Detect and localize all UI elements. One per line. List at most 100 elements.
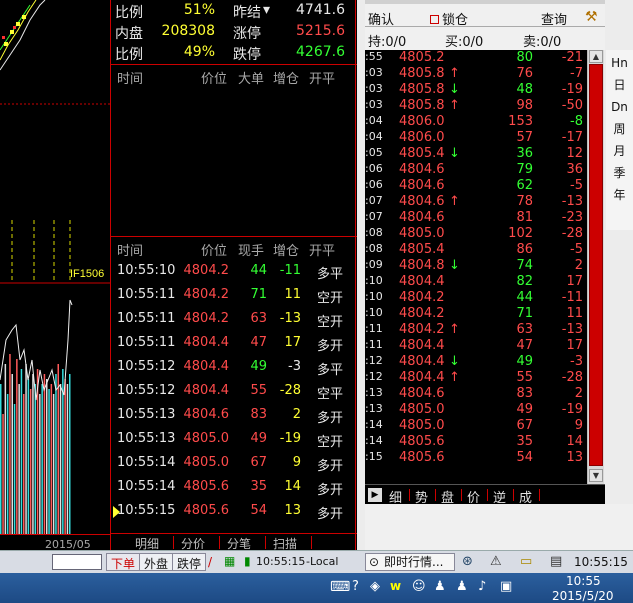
tick-row[interactable]: :06 4804.6 62 -5 bbox=[365, 178, 587, 194]
tick-row[interactable]: :10 4804.2 71 11 bbox=[365, 306, 587, 322]
tick-row[interactable]: :05 4805.4 ↓ 36 12 bbox=[365, 146, 587, 162]
alert-icon[interactable]: ⚠ bbox=[490, 554, 502, 569]
tick-time: :12 bbox=[365, 354, 383, 367]
trade-volume: 83 bbox=[250, 407, 267, 422]
help-icon[interactable]: ? bbox=[352, 579, 359, 594]
volume-bar bbox=[9, 354, 11, 534]
tick-row[interactable]: :04 4806.0 57 -17 bbox=[365, 130, 587, 146]
tick-direction-icon: ↑ bbox=[449, 370, 460, 385]
volume-bar bbox=[16, 359, 18, 534]
clock[interactable]: 10:55 bbox=[566, 574, 601, 588]
shield-icon[interactable]: ◈ bbox=[370, 579, 380, 594]
tick-row[interactable]: :13 4804.6 83 2 bbox=[365, 386, 587, 402]
trade-row[interactable]: 10:55:11 4804.4 47 17 多开 bbox=[111, 332, 357, 356]
scroll-thumb[interactable] bbox=[589, 64, 603, 466]
period-button[interactable]: Hn bbox=[606, 52, 633, 74]
money-icon[interactable]: ▭ bbox=[520, 554, 532, 569]
tick-price: 4806.0 bbox=[399, 114, 445, 129]
tick-row[interactable]: :07 4804.6 81 -23 bbox=[365, 210, 587, 226]
trade-price: 4804.4 bbox=[183, 383, 230, 398]
tick-row[interactable]: :15 4805.6 54 13 bbox=[365, 450, 587, 466]
trade-row[interactable]: 10:55:15 4805.6 54 13 多开 bbox=[111, 500, 357, 524]
trade-row[interactable]: 10:55:12 4804.4 55 -28 空平 bbox=[111, 380, 357, 404]
pen-icon[interactable]: / bbox=[208, 555, 212, 569]
taskbar-app-item[interactable]: ⊙ 即时行情... bbox=[365, 553, 455, 571]
trade-row[interactable]: 10:55:13 4805.0 49 -19 空开 bbox=[111, 428, 357, 452]
tick-row[interactable]: :03 4805.8 ↑ 76 -7 bbox=[365, 66, 587, 82]
tick-row[interactable]: :07 4804.6 ↑ 78 -13 bbox=[365, 194, 587, 210]
tick-row[interactable]: :08 4805.0 102 -28 bbox=[365, 226, 587, 242]
trade-row[interactable]: 10:55:12 4804.4 49 -3 多平 bbox=[111, 356, 357, 380]
tick-oi: 17 bbox=[566, 338, 583, 353]
tick-list[interactable]: :55 4805.2 80 -21:03 4805.8 ↑ 76 -7:03 4805.8 ↓ 48… bbox=[365, 50, 587, 484]
trade-row[interactable]: 10:55:13 4804.6 83 2 多开 bbox=[111, 404, 357, 428]
date[interactable]: 2015/5/20 bbox=[552, 589, 614, 603]
scroll-down-icon[interactable]: ▼ bbox=[589, 469, 603, 482]
trade-row[interactable]: 10:55:11 4804.2 63 -13 空开 bbox=[111, 308, 357, 332]
tick-price: 4805.8 bbox=[399, 98, 445, 113]
tick-time: :03 bbox=[365, 82, 383, 95]
tick-row[interactable]: :12 4804.4 ↓ 49 -3 bbox=[365, 354, 587, 370]
outer-button[interactable]: 外盘 bbox=[139, 553, 174, 571]
volume-bar bbox=[59, 384, 62, 534]
tick-row[interactable]: :03 4805.8 ↓ 48 -19 bbox=[365, 82, 587, 98]
network-icon[interactable]: ⊛ bbox=[462, 554, 473, 569]
tick-row[interactable]: :14 4805.0 67 9 bbox=[365, 418, 587, 434]
tick-row[interactable]: :04 4806.0 153 -8 bbox=[365, 114, 587, 130]
tick-row[interactable]: :03 4805.8 ↑ 98 -50 bbox=[365, 98, 587, 114]
tick-direction-icon: ↓ bbox=[449, 354, 460, 369]
period-button[interactable]: Dn bbox=[606, 96, 633, 118]
tick-row[interactable]: :11 4804.4 47 17 bbox=[365, 338, 587, 354]
tick-row[interactable]: :10 4804.2 44 -11 bbox=[365, 290, 587, 306]
trade-price: 4805.0 bbox=[183, 431, 230, 446]
keyboard-icon[interactable]: ⌨ bbox=[330, 579, 350, 595]
tick-row[interactable]: :11 4804.2 ↑ 63 -13 bbox=[365, 322, 587, 338]
period-button[interactable]: 年 bbox=[606, 184, 633, 206]
period-buttons: Hn 日 Dn 周月季年 bbox=[606, 50, 633, 230]
stat-arrow-icon[interactable]: ▾ bbox=[263, 2, 270, 18]
tools-icon[interactable]: ⚒ bbox=[585, 9, 598, 25]
trade-time: 10:55:12 bbox=[117, 359, 176, 374]
order-button[interactable]: 下单 bbox=[106, 553, 141, 571]
scroll-up-icon[interactable]: ▲ bbox=[589, 50, 603, 63]
tick-oi: -13 bbox=[561, 322, 583, 337]
tick-row[interactable]: :10 4804.4 82 17 bbox=[365, 274, 587, 290]
local-label: -Local bbox=[306, 555, 339, 568]
trade-row[interactable]: 10:55:10 4804.2 44 -11 多平 bbox=[111, 260, 357, 284]
volume-icon[interactable]: ♪ bbox=[478, 579, 486, 594]
tick-row[interactable]: :08 4805.4 86 -5 bbox=[365, 242, 587, 258]
tick-row[interactable]: :06 4804.6 79 36 bbox=[365, 162, 587, 178]
trade-row[interactable]: 10:55:14 4805.6 35 14 多开 bbox=[111, 476, 357, 500]
tick-volume: 86 bbox=[516, 242, 533, 257]
period-button[interactable]: 日 bbox=[606, 74, 633, 96]
tick-direction-icon: ↓ bbox=[449, 146, 460, 161]
tick-time: :06 bbox=[365, 162, 383, 175]
period-button[interactable]: 周 bbox=[606, 118, 633, 140]
trade-volume: 63 bbox=[250, 311, 267, 326]
trade-row[interactable]: 10:55:11 4804.2 71 11 空开 bbox=[111, 284, 357, 308]
tray-app-icon[interactable]: w bbox=[390, 579, 401, 593]
intraday-chart[interactable]: IF1506 2015/05 bbox=[0, 0, 110, 550]
monitor-icon[interactable]: ▣ bbox=[500, 579, 512, 594]
tick-row[interactable]: :12 4804.4 ↑ 55 -28 bbox=[365, 370, 587, 386]
trade-kind: 多开 bbox=[317, 411, 344, 426]
period-button[interactable]: 月 bbox=[606, 140, 633, 162]
penguin2-icon[interactable]: ♟ bbox=[456, 579, 468, 594]
code-input[interactable] bbox=[52, 554, 102, 570]
tick-volume: 62 bbox=[516, 178, 533, 193]
tick-row[interactable]: :14 4805.6 35 14 bbox=[365, 434, 587, 450]
grid-icon[interactable]: ▦ bbox=[224, 554, 235, 568]
limit-button[interactable]: 跌停 bbox=[172, 553, 207, 571]
penguin-icon[interactable]: ♟ bbox=[434, 579, 446, 594]
trade-price: 4804.4 bbox=[183, 335, 230, 350]
tick-row[interactable]: :55 4805.2 80 -21 bbox=[365, 50, 587, 66]
tick-row[interactable]: :13 4805.0 49 -19 bbox=[365, 402, 587, 418]
chat-icon[interactable]: ☺ bbox=[412, 579, 426, 594]
book-icon[interactable]: ▤ bbox=[550, 554, 562, 569]
tick-oi: -19 bbox=[561, 82, 583, 97]
trade-row[interactable]: 10:55:14 4805.0 67 9 多开 bbox=[111, 452, 357, 476]
tick-scrollbar[interactable]: ▲ ▼ bbox=[587, 50, 604, 484]
play-icon[interactable]: ▶ bbox=[368, 488, 382, 502]
period-button[interactable]: 季 bbox=[606, 162, 633, 184]
tick-row[interactable]: :09 4804.8 ↓ 74 2 bbox=[365, 258, 587, 274]
